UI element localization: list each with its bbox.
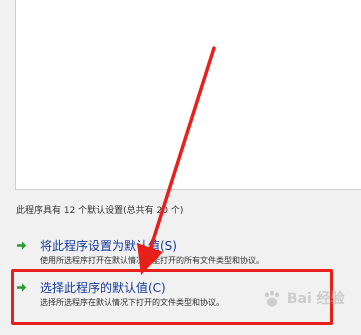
baidu-paw-icon [265,290,279,307]
green-arrow-icon [17,241,27,250]
baidu-jingyan-watermark: Bai 经验 [262,288,345,308]
green-arrow-icon [17,283,27,292]
choose-defaults-description: 选择所选程序在默认情况下打开的文件类型和协议。 [40,298,224,307]
program-list-panel[interactable] [15,0,361,190]
choose-defaults-link[interactable]: 选择此程序的默认值(C) [40,279,166,296]
default-settings-summary: 此程序具有 12 个默认设置(总共有 20 个) [16,206,184,216]
set-as-default-option[interactable]: 将此程序设置为默认值(S) 使用所选程序打开在默认情况下能打开的所有文件类型和协… [16,237,346,267]
watermark-text: Bai 经验 [286,291,345,307]
set-as-default-description: 使用所选程序打开在默认情况下能打开的所有文件类型和协议。 [40,256,264,265]
set-as-default-link[interactable]: 将此程序设置为默认值(S) [40,237,177,254]
